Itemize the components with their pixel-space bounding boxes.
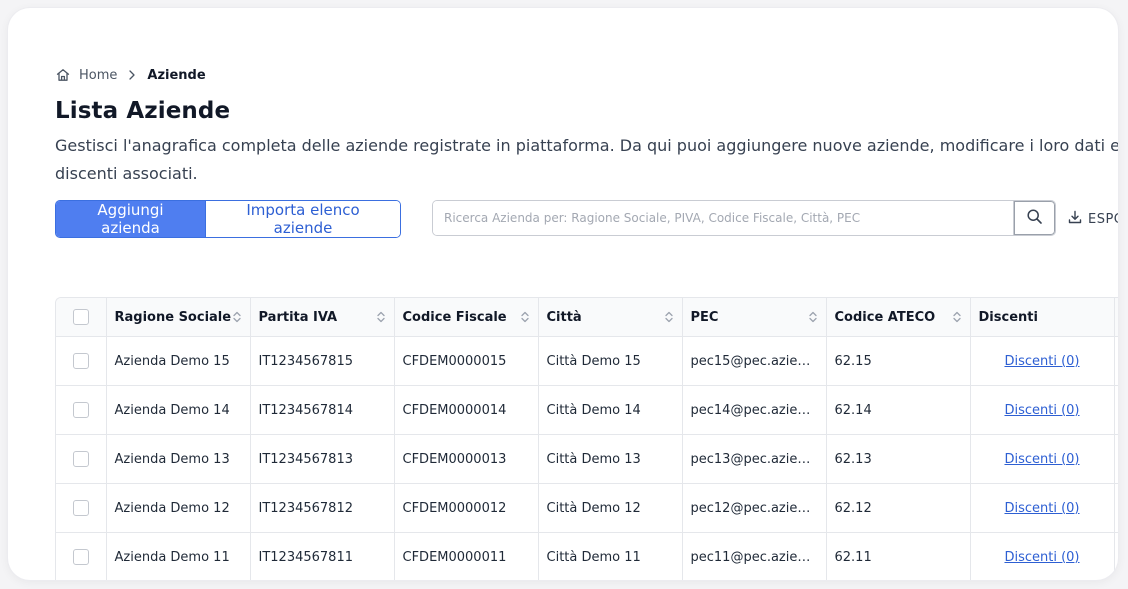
discenti-link[interactable]: Discenti (0)	[1004, 354, 1079, 369]
table-row: Azienda Demo 15 IT1234567815 CFDEM000001…	[56, 336, 1118, 386]
cell-extra	[1114, 483, 1118, 533]
row-select-cell	[56, 385, 107, 435]
chevron-right-icon	[125, 68, 139, 82]
sort-icon[interactable]	[232, 310, 242, 324]
cell-pec: pec14@pec.aziendademo14.it	[682, 385, 827, 435]
cell-ragione-sociale: Azienda Demo 11	[106, 532, 251, 580]
main-card: Home Aziende Lista Aziende Gestisci l'an…	[8, 8, 1118, 580]
column-header-discenti: Discenti	[970, 298, 1115, 337]
column-header-codice-ateco[interactable]: Codice ATECO	[826, 298, 971, 337]
table-header-row: Ragione Sociale Partita IVA Codice Fisca…	[56, 298, 1118, 337]
breadcrumb-home[interactable]: Home	[79, 68, 117, 83]
cell-partita-iva: IT1234567813	[250, 434, 395, 484]
cell-pec: pec12@pec.aziendademo12.it	[682, 483, 827, 533]
row-checkbox[interactable]	[72, 353, 89, 369]
row-checkbox[interactable]	[72, 402, 89, 418]
discenti-link[interactable]: Discenti (0)	[1004, 550, 1079, 565]
cell-ragione-sociale: Azienda Demo 15	[106, 336, 251, 386]
export-button[interactable]: ESPORTA	[1068, 210, 1118, 228]
cell-partita-iva: IT1234567812	[250, 483, 395, 533]
cell-discenti: Discenti (0)	[970, 385, 1115, 435]
search-icon	[1026, 208, 1043, 228]
add-company-button[interactable]: Aggiungi azienda	[56, 201, 205, 237]
column-header-extra	[1114, 298, 1118, 337]
cell-partita-iva: IT1234567815	[250, 336, 395, 386]
cell-discenti: Discenti (0)	[970, 336, 1115, 386]
discenti-link[interactable]: Discenti (0)	[1004, 452, 1079, 467]
sort-icon[interactable]	[376, 310, 386, 324]
select-all-cell	[56, 298, 107, 337]
cell-discenti: Discenti (0)	[970, 483, 1115, 533]
cell-ragione-sociale: Azienda Demo 12	[106, 483, 251, 533]
sort-icon[interactable]	[952, 310, 962, 324]
table-row: Azienda Demo 11 IT1234567811 CFDEM000001…	[56, 532, 1118, 580]
breadcrumb-current: Aziende	[147, 67, 206, 83]
cell-discenti: Discenti (0)	[970, 434, 1115, 484]
cell-codice-ateco: 62.15	[826, 336, 971, 386]
cell-pec: pec15@pec.aziendademo15.it	[682, 336, 827, 386]
row-select-cell	[56, 336, 107, 386]
search-button[interactable]	[1013, 201, 1055, 235]
cell-citta: Città Demo 14	[538, 385, 683, 435]
column-header-partita-iva[interactable]: Partita IVA	[250, 298, 395, 337]
home-icon[interactable]	[55, 67, 71, 83]
cell-ragione-sociale: Azienda Demo 14	[106, 385, 251, 435]
sort-icon[interactable]	[664, 310, 674, 324]
cell-pec: pec13@pec.aziendademo13.it	[682, 434, 827, 484]
row-select-cell	[56, 434, 107, 484]
cell-codice-ateco: 62.13	[826, 434, 971, 484]
row-select-cell	[56, 532, 107, 580]
companies-table: Ragione Sociale Partita IVA Codice Fisca…	[55, 297, 1118, 580]
cell-citta: Città Demo 12	[538, 483, 683, 533]
cell-citta: Città Demo 11	[538, 532, 683, 580]
row-select-cell	[56, 483, 107, 533]
cell-partita-iva: IT1234567811	[250, 532, 395, 580]
page-description: Gestisci l'anagrafica completa delle azi…	[55, 136, 1118, 183]
cell-ragione-sociale: Azienda Demo 13	[106, 434, 251, 484]
cell-codice-ateco: 62.14	[826, 385, 971, 435]
cell-extra	[1114, 532, 1118, 580]
select-all-checkbox[interactable]	[72, 309, 89, 325]
cell-codice-ateco: 62.12	[826, 483, 971, 533]
search-input[interactable]	[433, 201, 1013, 235]
cell-codice-fiscale: CFDEM0000012	[394, 483, 539, 533]
download-icon	[1068, 210, 1082, 228]
cell-codice-fiscale: CFDEM0000014	[394, 385, 539, 435]
cell-partita-iva: IT1234567814	[250, 385, 395, 435]
sort-icon[interactable]	[520, 310, 530, 324]
column-header-citta[interactable]: Città	[538, 298, 683, 337]
import-companies-button[interactable]: Importa elenco aziende	[205, 201, 400, 237]
row-checkbox[interactable]	[72, 451, 89, 467]
discenti-link[interactable]: Discenti (0)	[1004, 403, 1079, 418]
page-title: Lista Aziende	[55, 98, 231, 124]
action-button-group: Aggiungi azienda Importa elenco aziende	[55, 200, 401, 238]
cell-extra	[1114, 336, 1118, 386]
cell-codice-fiscale: CFDEM0000013	[394, 434, 539, 484]
cell-citta: Città Demo 13	[538, 434, 683, 484]
cell-discenti: Discenti (0)	[970, 532, 1115, 580]
cell-codice-ateco: 62.11	[826, 532, 971, 580]
cell-citta: Città Demo 15	[538, 336, 683, 386]
table-row: Azienda Demo 12 IT1234567812 CFDEM000001…	[56, 483, 1118, 533]
row-checkbox[interactable]	[72, 549, 89, 565]
search-bar	[432, 200, 1056, 236]
row-checkbox[interactable]	[72, 500, 89, 516]
column-header-codice-fiscale[interactable]: Codice Fiscale	[394, 298, 539, 337]
cell-codice-fiscale: CFDEM0000011	[394, 532, 539, 580]
cell-extra	[1114, 434, 1118, 484]
cell-pec: pec11@pec.aziendademo11.it	[682, 532, 827, 580]
export-label: ESPORTA	[1088, 211, 1118, 227]
column-header-ragione-sociale[interactable]: Ragione Sociale	[106, 298, 251, 337]
sort-icon[interactable]	[808, 310, 818, 324]
table-row: Azienda Demo 14 IT1234567814 CFDEM000001…	[56, 385, 1118, 435]
table-row: Azienda Demo 13 IT1234567813 CFDEM000001…	[56, 434, 1118, 484]
cell-codice-fiscale: CFDEM0000015	[394, 336, 539, 386]
breadcrumb: Home Aziende	[55, 66, 206, 84]
discenti-link[interactable]: Discenti (0)	[1004, 501, 1079, 516]
column-header-pec[interactable]: PEC	[682, 298, 827, 337]
cell-extra	[1114, 385, 1118, 435]
